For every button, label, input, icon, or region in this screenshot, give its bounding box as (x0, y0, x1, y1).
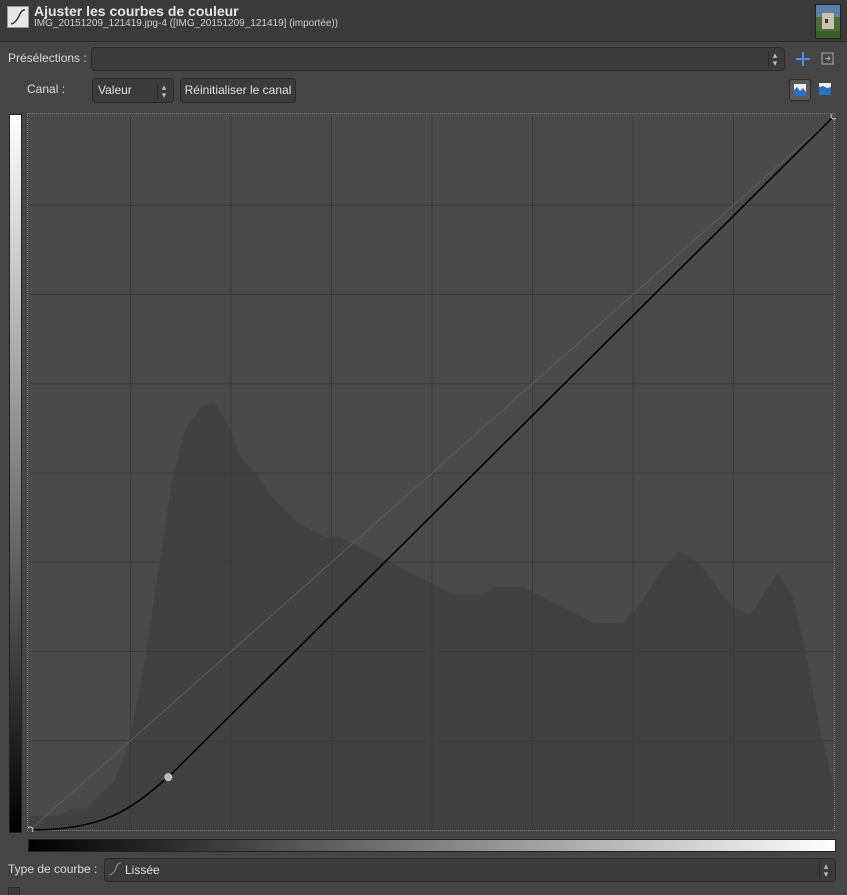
output-value-gradient (28, 839, 836, 852)
image-thumbnail (815, 4, 841, 39)
presets-label: Présélections : (8, 51, 87, 65)
presets-stepper-icon: ▴ ▾ (768, 51, 781, 68)
curve-type-value: Lissée (125, 863, 160, 877)
curve-canvas[interactable] (28, 114, 836, 832)
presets-combo[interactable]: ▴ ▾ (91, 47, 785, 71)
input-value-gradient (9, 114, 22, 833)
channel-label: Canal : (27, 82, 66, 96)
smooth-curve-icon (108, 862, 122, 876)
logarithmic-histogram-icon[interactable] (815, 79, 835, 99)
curve-type-stepper-icon: ▴ ▾ (819, 862, 832, 879)
curve-graph[interactable] (27, 113, 836, 832)
linear-histogram-icon[interactable] (789, 79, 811, 101)
curve-type-combo[interactable]: Lissée ▴ ▾ (104, 858, 836, 882)
control-point[interactable] (164, 773, 173, 782)
plus-icon[interactable] (793, 49, 813, 69)
dialog-subtitle: IMG_20151209_121419.jpg-4 ([IMG_20151209… (34, 18, 339, 29)
reset-channel-button[interactable]: Réinitialiser le canal (180, 78, 296, 103)
channel-combo[interactable]: Valeur ▴ ▾ (92, 78, 174, 103)
control-point[interactable] (830, 114, 836, 120)
channel-value: Valeur (98, 83, 132, 97)
menu-arrow-icon[interactable] (818, 49, 838, 69)
curves-tool-icon (7, 6, 29, 28)
curve-type-label: Type de courbe : (8, 862, 98, 876)
dialog-title: Ajuster les courbes de couleur (34, 3, 239, 19)
dialog-header: Ajuster les courbes de couleur IMG_20151… (0, 0, 847, 42)
control-point[interactable] (28, 826, 34, 832)
channel-stepper-icon: ▴ ▾ (157, 82, 170, 99)
